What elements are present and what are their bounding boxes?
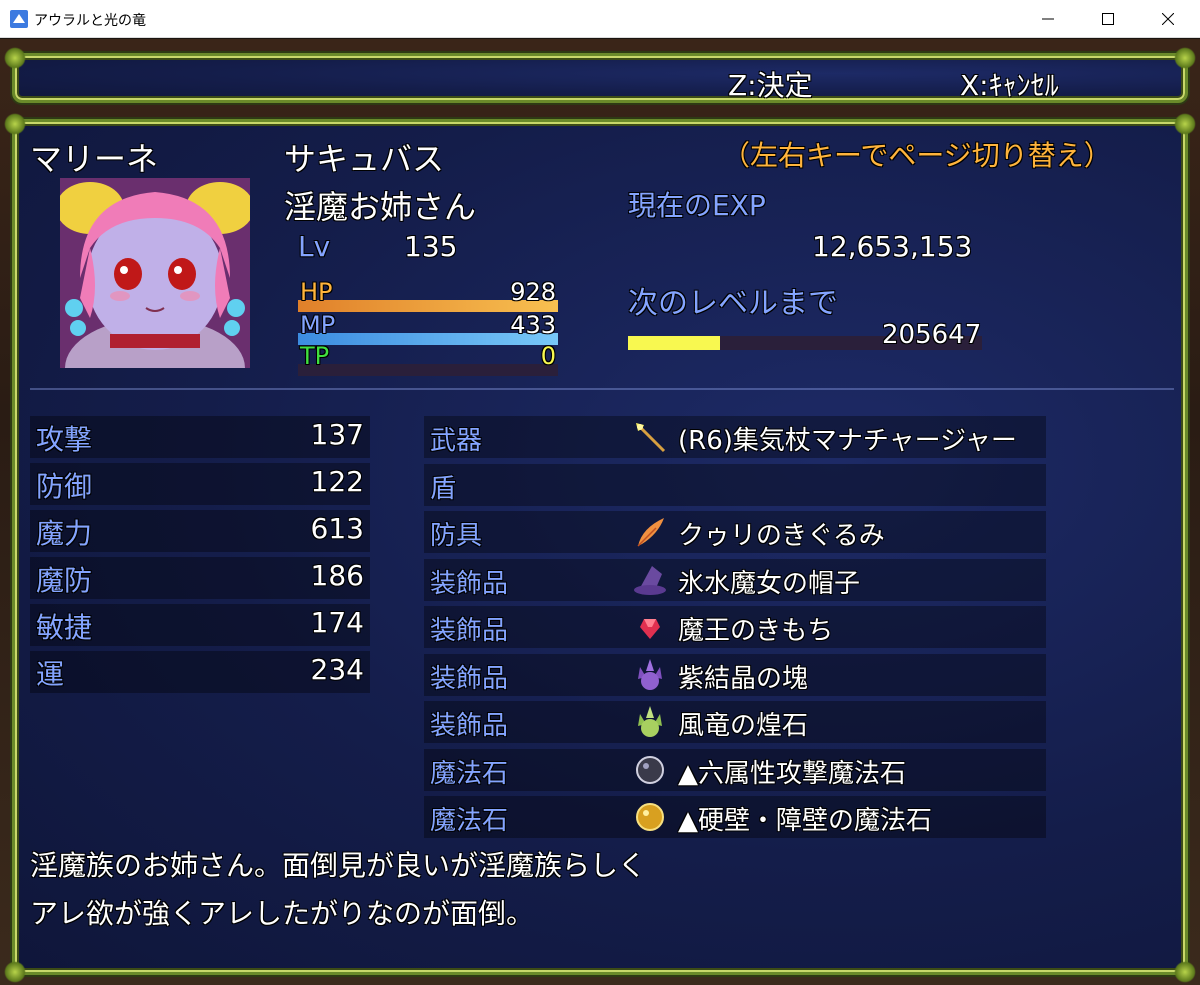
param-value: 137 xyxy=(310,418,364,451)
purple-crystal-icon xyxy=(632,657,668,693)
param-name: 攻撃 xyxy=(36,423,93,456)
tp-label: TP xyxy=(300,342,330,370)
level-label: Lv xyxy=(298,230,331,263)
close-icon xyxy=(1162,13,1174,25)
equip-item-name: 氷水魔女の帽子 xyxy=(678,568,861,599)
equip-item-name: 魔王のきもち xyxy=(678,616,834,646)
section-divider xyxy=(30,388,1174,390)
hp-label: HP xyxy=(300,278,333,306)
equip-slot-name: 装飾品 xyxy=(430,616,509,646)
equip-item-name: ▲硬壁・障壁の魔法石 xyxy=(678,806,932,836)
equip-slot-name: 魔法石 xyxy=(430,758,509,789)
equip-item-name: ▲六属性攻撃魔法石 xyxy=(678,758,906,789)
window-titlebar: アウラルと光の竜 xyxy=(0,0,1200,38)
description-line-1: 淫魔族のお姉さん。面倒見が良いが淫魔族らしく xyxy=(30,849,647,882)
witch-hat-icon xyxy=(632,562,668,598)
minimize-icon xyxy=(1042,18,1054,20)
equip-slot-name: 盾 xyxy=(430,473,457,504)
equip-slot-name: 防具 xyxy=(430,521,483,551)
equip-slot-name: 魔法石 xyxy=(430,806,509,836)
red-gem-icon xyxy=(632,609,668,645)
staff-icon xyxy=(632,419,668,455)
param-value: 122 xyxy=(310,465,364,498)
close-button[interactable] xyxy=(1138,0,1198,38)
equip-slot-name: 装飾品 xyxy=(430,711,509,741)
exp-gauge-fill xyxy=(628,336,721,350)
param-name: 運 xyxy=(36,658,65,691)
confirm-key-hint: Z:決定 xyxy=(728,69,813,102)
equip-slot-name: 装飾品 xyxy=(430,568,509,599)
level-value: 135 xyxy=(404,230,458,263)
param-name: 魔力 xyxy=(36,517,93,550)
vine-ornament xyxy=(4,113,26,135)
equip-item-name: クゥリのきぐるみ xyxy=(678,521,885,551)
equip-slot-name: 武器 xyxy=(430,426,483,456)
current-exp-label: 現在のEXP xyxy=(628,189,766,222)
feather-icon xyxy=(632,514,668,550)
param-name: 魔防 xyxy=(36,564,93,597)
maximize-icon xyxy=(1102,13,1114,25)
vine-ornament xyxy=(4,961,26,983)
equip-item-name: 紫結晶の塊 xyxy=(678,663,809,694)
window-title: アウラルと光の竜 xyxy=(34,13,146,29)
mp-value: 433 xyxy=(510,311,556,339)
vine-ornament xyxy=(1174,961,1196,983)
vine-ornament xyxy=(4,47,26,69)
equip-slot-name: 装飾品 xyxy=(430,663,509,694)
green-crystal-icon xyxy=(632,704,668,740)
actor-face-portrait xyxy=(60,178,250,368)
gold-orb-icon xyxy=(632,799,668,835)
next-level-exp-value: 205647 xyxy=(882,320,982,350)
dark-orb-icon xyxy=(632,752,668,788)
mp-label: MP xyxy=(300,311,336,339)
actor-name: マリーネ xyxy=(30,140,159,178)
equip-item-name: 風竜の煌石 xyxy=(678,711,809,741)
param-value: 174 xyxy=(310,606,364,639)
param-value: 186 xyxy=(310,559,364,592)
vine-ornament xyxy=(1174,47,1196,69)
param-value: 234 xyxy=(310,653,364,686)
description-line-2: アレ欲が強くアレしたがりなのが面倒。 xyxy=(30,897,535,930)
equip-item-name: (R6)集気杖マナチャージャー xyxy=(678,426,1017,456)
minimize-button[interactable] xyxy=(1018,0,1078,38)
actor-nickname: 淫魔お姉さん xyxy=(284,188,477,226)
next-level-label: 次のレベルまで xyxy=(628,286,838,321)
param-name: 防御 xyxy=(36,470,93,503)
hp-value: 928 xyxy=(510,278,556,306)
equip-slot-row[interactable] xyxy=(424,463,1046,506)
cancel-key-hint: X:ｷｬﾝｾﾙ xyxy=(960,69,1059,102)
app-icon xyxy=(10,10,28,28)
param-value: 613 xyxy=(310,512,364,545)
vine-ornament xyxy=(1174,113,1196,135)
param-name: 敏捷 xyxy=(36,611,93,644)
current-exp-value: 12,653,153 xyxy=(812,230,973,263)
tp-value: 0 xyxy=(540,342,556,370)
maximize-button[interactable] xyxy=(1078,0,1138,38)
actor-class: サキュバス xyxy=(284,140,445,178)
page-switch-hint: （左右キーでページ切り替え） xyxy=(722,139,1112,172)
